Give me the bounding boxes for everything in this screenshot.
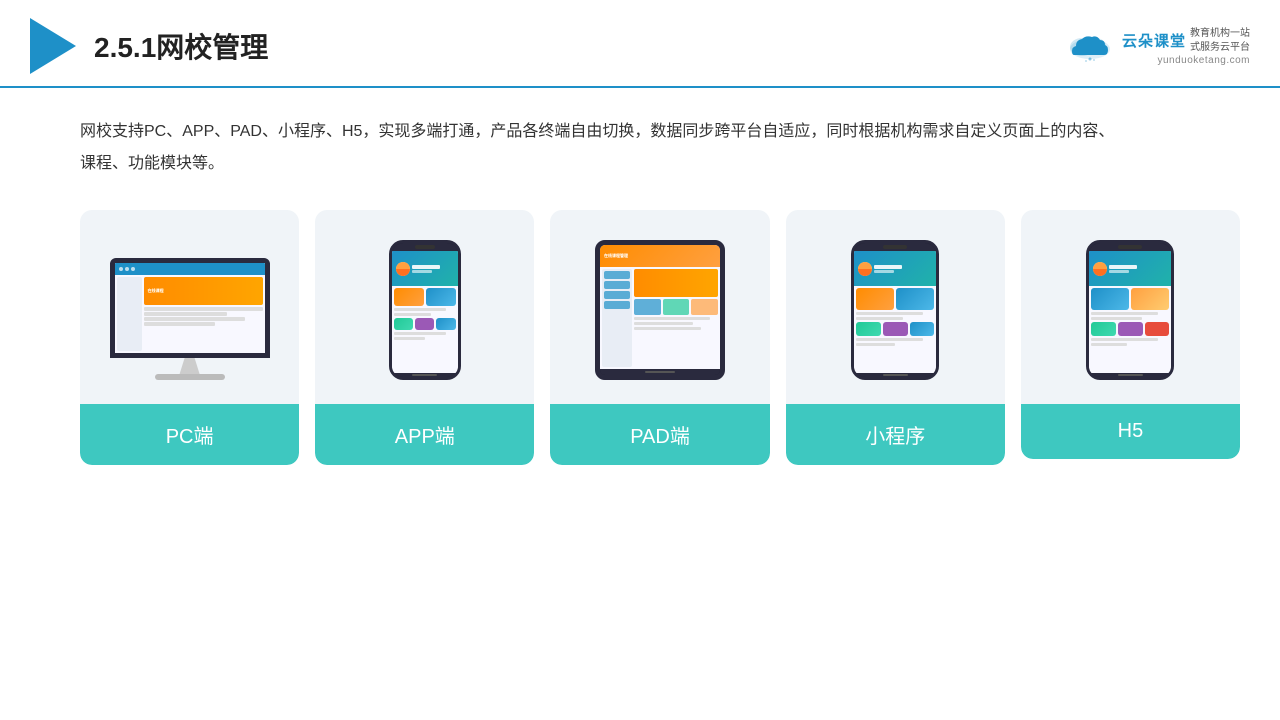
pc-image: 在线课程 bbox=[96, 230, 283, 390]
logo-triangle-icon bbox=[30, 18, 76, 74]
miniprogram-image bbox=[802, 230, 989, 390]
device-cards-container: 在线课程 bbox=[80, 210, 1240, 465]
header: 2.5.1网校管理 云朵课堂 教育机构一站 式服务云平台 yunduoket bbox=[0, 0, 1280, 88]
miniprogram-label[interactable]: 小程序 bbox=[786, 404, 1005, 465]
pad-label[interactable]: PAD端 bbox=[550, 404, 769, 465]
pad-image: 在线课程管理 bbox=[566, 230, 753, 390]
page-title: 2.5.1网校管理 bbox=[94, 26, 268, 66]
brand-name: 云朵课堂 bbox=[1122, 30, 1186, 51]
brand-url: yunduoketang.com bbox=[1157, 55, 1250, 66]
h5-label[interactable]: H5 bbox=[1021, 404, 1240, 459]
pc-label[interactable]: PC端 bbox=[80, 404, 299, 465]
miniprogram-phone-icon bbox=[851, 240, 939, 380]
header-left: 2.5.1网校管理 bbox=[30, 18, 268, 74]
brand-subtitle: 教育机构一站 式服务云平台 bbox=[1190, 27, 1250, 55]
miniprogram-card: 小程序 bbox=[786, 210, 1005, 465]
app-card: APP端 bbox=[315, 210, 534, 465]
pc-monitor-icon: 在线课程 bbox=[110, 258, 270, 380]
brand-logo: 云朵课堂 教育机构一站 式服务云平台 yunduoketang.com bbox=[1064, 27, 1250, 66]
app-image bbox=[331, 230, 518, 390]
pad-tablet-icon: 在线课程管理 bbox=[595, 240, 725, 380]
app-phone-icon bbox=[389, 240, 461, 380]
h5-phone-icon bbox=[1086, 240, 1174, 380]
pad-card: 在线课程管理 bbox=[550, 210, 769, 465]
brand-text: 云朵课堂 教育机构一站 式服务云平台 yunduoketang.com bbox=[1122, 27, 1250, 66]
pc-card: 在线课程 bbox=[80, 210, 299, 465]
cloud-logo-icon bbox=[1064, 27, 1116, 63]
main-content: 网校支持PC、APP、PAD、小程序、H5，实现多端打通，产品各终端自由切换，数… bbox=[0, 88, 1280, 485]
h5-image bbox=[1037, 230, 1224, 390]
h5-card: H5 bbox=[1021, 210, 1240, 459]
description-text: 网校支持PC、APP、PAD、小程序、H5，实现多端打通，产品各终端自由切换，数… bbox=[80, 116, 1130, 180]
app-label[interactable]: APP端 bbox=[315, 404, 534, 465]
